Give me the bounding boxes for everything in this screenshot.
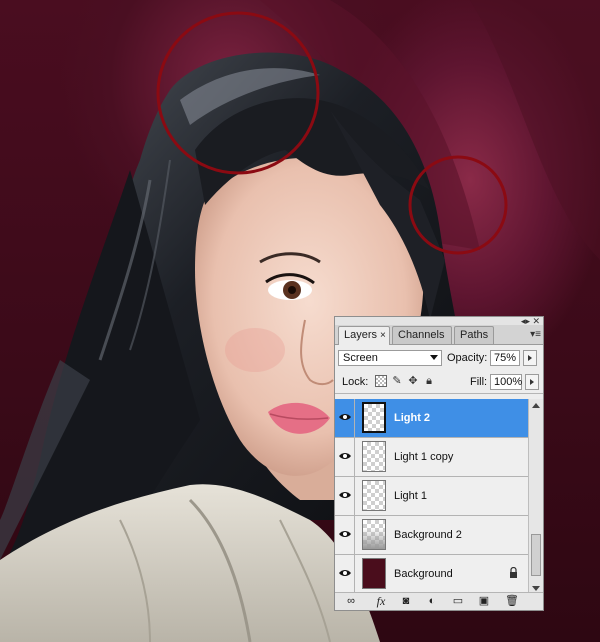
scroll-up-icon[interactable] (532, 403, 540, 408)
layer-thumbnail (362, 558, 386, 589)
tab-label: Layers (344, 329, 378, 341)
opacity-input[interactable]: 75% (490, 350, 520, 366)
panel-tabs: Layers × Channels Paths ▾≡ (335, 325, 543, 345)
layer-name: Light 2 (394, 412, 431, 424)
new-layer-icon[interactable]: ▣ (477, 595, 491, 607)
tab-paths[interactable]: Paths (454, 326, 494, 344)
fill-label: Fill: (470, 376, 488, 388)
layer-row-background[interactable]: Background (335, 555, 528, 594)
visibility-eye-icon[interactable] (335, 555, 355, 593)
fx-icon[interactable]: fx (373, 595, 389, 607)
layer-thumbnail (362, 441, 386, 472)
blend-mode-value: Screen (343, 352, 378, 364)
layer-lock-icon (510, 567, 517, 578)
lock-pixels-icon[interactable]: ✎ (391, 375, 403, 387)
visibility-eye-icon[interactable] (335, 399, 355, 437)
layer-row-light-2[interactable]: Light 2 (335, 399, 528, 438)
dropdown-arrow-icon (430, 355, 438, 360)
folder-icon[interactable]: ▭ (451, 595, 465, 607)
adjustment-icon[interactable]: ◐ (425, 595, 439, 607)
layer-name: Background 2 (394, 529, 462, 541)
tab-channels[interactable]: Channels (392, 326, 452, 344)
fill-input[interactable]: 100% (490, 374, 522, 390)
layer-row-background-2[interactable]: Background 2 (335, 516, 528, 555)
blend-row: Screen Opacity: 75% (335, 345, 543, 369)
trash-icon[interactable]: 🗑︎ (505, 595, 519, 607)
lock-label: Lock: (342, 376, 369, 388)
panel-menu-icon[interactable]: ▾≡ (530, 329, 541, 340)
layers-panel: ◂▸ ✕ Layers × Channels Paths ▾≡ Screen Op… (334, 316, 544, 611)
layer-row-light-1-copy[interactable]: Light 1 copy (335, 438, 528, 477)
layers-list: Light 2 Light 1 copy Light 1 Background … (335, 399, 528, 595)
link-icon[interactable]: ∞ (343, 595, 359, 607)
tab-close-icon[interactable]: × (380, 330, 386, 341)
lock-transparency-icon[interactable] (375, 375, 387, 387)
tab-label: Channels (398, 329, 445, 341)
tab-label: Paths (460, 329, 489, 341)
blend-mode-select[interactable]: Screen (338, 350, 442, 366)
tab-layers[interactable]: Layers × (338, 326, 390, 345)
lock-row: Lock: ✎ ✥ 🔒︎ Fill: 100% (335, 369, 543, 394)
layer-thumbnail (362, 480, 386, 511)
visibility-eye-icon[interactable] (335, 438, 355, 476)
panel-title-bar[interactable]: ◂▸ ✕ (335, 317, 543, 326)
lock-all-icon[interactable]: 🔒︎ (423, 375, 435, 387)
opacity-slider-button[interactable] (523, 350, 537, 366)
panel-bottom-toolbar: ∞ fx ◙ ◐ ▭ ▣ 🗑︎ (335, 592, 543, 610)
fill-slider-button[interactable] (525, 374, 539, 390)
opacity-label: Opacity: (447, 352, 488, 364)
visibility-eye-icon[interactable] (335, 516, 355, 554)
layers-scrollbar[interactable] (528, 399, 543, 595)
scroll-down-icon[interactable] (532, 586, 540, 591)
lock-position-icon[interactable]: ✥ (407, 375, 419, 387)
layer-row-light-1[interactable]: Light 1 (335, 477, 528, 516)
layer-thumbnail (362, 402, 386, 433)
visibility-eye-icon[interactable] (335, 477, 355, 515)
layer-name: Background (394, 568, 453, 580)
layer-name: Light 1 (394, 490, 428, 502)
mask-icon[interactable]: ◙ (399, 595, 413, 607)
collapse-icon[interactable]: ◂▸ ✕ (521, 317, 540, 326)
scroll-thumb[interactable] (531, 534, 541, 576)
layer-thumbnail (362, 519, 386, 550)
layer-name: Light 1 copy (394, 451, 454, 463)
